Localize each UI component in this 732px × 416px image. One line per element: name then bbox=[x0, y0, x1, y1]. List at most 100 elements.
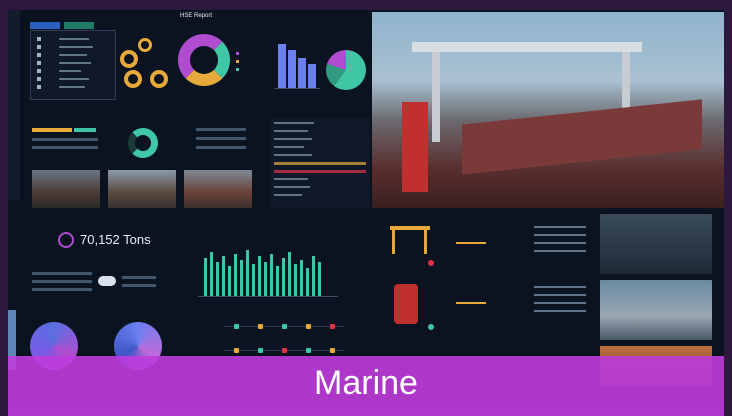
equipment-row[interactable] bbox=[384, 220, 590, 272]
donut-small-3 bbox=[124, 70, 142, 88]
equipment-link[interactable] bbox=[456, 302, 486, 304]
list-row[interactable] bbox=[274, 154, 312, 156]
donut-small-1 bbox=[120, 50, 138, 68]
bar-mark bbox=[312, 256, 315, 296]
nav-tab-1[interactable] bbox=[30, 22, 60, 29]
list-row-alert[interactable] bbox=[274, 170, 366, 173]
donut-large bbox=[178, 34, 230, 86]
camera-feed[interactable] bbox=[600, 214, 712, 274]
bar-mark bbox=[294, 264, 297, 296]
nav-item-icon[interactable] bbox=[37, 45, 41, 49]
incident-list bbox=[270, 118, 370, 208]
list-row[interactable] bbox=[274, 186, 310, 188]
metric-row bbox=[32, 272, 92, 275]
bar-3 bbox=[298, 58, 306, 88]
metric-row bbox=[32, 280, 92, 283]
list-row[interactable] bbox=[274, 130, 308, 132]
left-edge-panel bbox=[8, 10, 20, 200]
detail-row bbox=[534, 294, 586, 296]
bar-1 bbox=[278, 44, 286, 88]
status-dot[interactable] bbox=[234, 348, 239, 353]
tonnage-value: 70,152 Tons bbox=[80, 232, 151, 247]
list-row[interactable] bbox=[274, 146, 304, 148]
bar-mark bbox=[270, 254, 273, 296]
nav-item-label bbox=[59, 38, 89, 40]
bar-chart-green bbox=[198, 236, 338, 297]
list-row[interactable] bbox=[274, 194, 302, 196]
equipment-row[interactable] bbox=[384, 280, 590, 340]
nav-item-icon[interactable] bbox=[37, 85, 41, 89]
bar-mark bbox=[210, 252, 213, 296]
weather-row bbox=[122, 284, 156, 287]
bar-mark bbox=[276, 266, 279, 296]
bar-mark bbox=[258, 256, 261, 296]
site-photo[interactable] bbox=[184, 170, 252, 208]
nav-item-label bbox=[59, 54, 87, 56]
equipment-link[interactable] bbox=[456, 242, 486, 244]
status-dot[interactable] bbox=[234, 324, 239, 329]
bar-mark bbox=[240, 260, 243, 296]
bar-mark bbox=[204, 258, 207, 296]
kpi-row-right bbox=[196, 146, 246, 149]
tonnage-icon bbox=[58, 232, 74, 248]
status-dot[interactable] bbox=[258, 348, 263, 353]
status-dot[interactable] bbox=[330, 348, 335, 353]
nav-item-label bbox=[59, 46, 93, 48]
dashboard-screen: HSE Report 70,152 Tons bbox=[8, 10, 724, 402]
ship-hull bbox=[462, 99, 702, 175]
dashboard-frame: HSE Report 70,152 Tons bbox=[0, 0, 732, 416]
list-row[interactable] bbox=[274, 178, 308, 180]
site-photo[interactable] bbox=[32, 170, 100, 208]
bar-mark bbox=[246, 250, 249, 296]
list-row[interactable] bbox=[274, 138, 312, 140]
legend-swatch-1 bbox=[236, 52, 239, 55]
nav-item-label bbox=[59, 62, 91, 64]
donut-small-2 bbox=[138, 38, 152, 52]
page-title: HSE Report bbox=[180, 13, 213, 19]
status-dot[interactable] bbox=[258, 324, 263, 329]
status-dot[interactable] bbox=[306, 348, 311, 353]
camera-feed[interactable] bbox=[600, 280, 712, 340]
gantry-leg bbox=[432, 52, 440, 142]
nav-item-icon[interactable] bbox=[37, 77, 41, 81]
gantry-crane bbox=[412, 42, 642, 52]
status-dot bbox=[428, 324, 434, 330]
status-dot[interactable] bbox=[282, 348, 287, 353]
nav-item-label bbox=[59, 78, 89, 80]
site-photo[interactable] bbox=[108, 170, 176, 208]
detail-row bbox=[534, 250, 586, 252]
status-dot bbox=[428, 260, 434, 266]
cloud-icon bbox=[98, 276, 116, 286]
detail-row bbox=[534, 226, 586, 228]
donut-small-4 bbox=[150, 70, 168, 88]
tonnage-unit: Tons bbox=[123, 232, 151, 247]
gantry-icon-leg bbox=[424, 230, 427, 254]
kpi-value-bar bbox=[74, 128, 96, 132]
bar-mark bbox=[300, 260, 303, 296]
kpi-row bbox=[32, 146, 98, 149]
nav-list-panel bbox=[30, 30, 116, 100]
banner-label: Marine bbox=[314, 364, 418, 402]
list-row[interactable] bbox=[274, 122, 314, 124]
status-dot[interactable] bbox=[330, 324, 335, 329]
nav-item-icon[interactable] bbox=[37, 69, 41, 73]
crane-icon bbox=[394, 284, 418, 324]
bar-mark bbox=[282, 258, 285, 296]
nav-tab-2[interactable] bbox=[64, 22, 94, 29]
bar-2 bbox=[288, 50, 296, 88]
status-dot[interactable] bbox=[282, 324, 287, 329]
nav-item-icon[interactable] bbox=[37, 53, 41, 57]
shipyard-3d-view[interactable] bbox=[372, 12, 724, 208]
kpi-row-right bbox=[196, 137, 246, 140]
bar-mark bbox=[306, 268, 309, 296]
tonnage-number: 70,152 bbox=[80, 232, 120, 247]
bar-mark bbox=[252, 264, 255, 296]
bar-4 bbox=[308, 64, 316, 88]
status-dot[interactable] bbox=[306, 324, 311, 329]
bar-mark bbox=[288, 252, 291, 296]
list-row-highlight[interactable] bbox=[274, 162, 366, 165]
nav-item-label bbox=[59, 70, 81, 72]
nav-item-icon[interactable] bbox=[37, 37, 41, 41]
bar-mark bbox=[318, 262, 321, 296]
nav-item-icon[interactable] bbox=[37, 61, 41, 65]
